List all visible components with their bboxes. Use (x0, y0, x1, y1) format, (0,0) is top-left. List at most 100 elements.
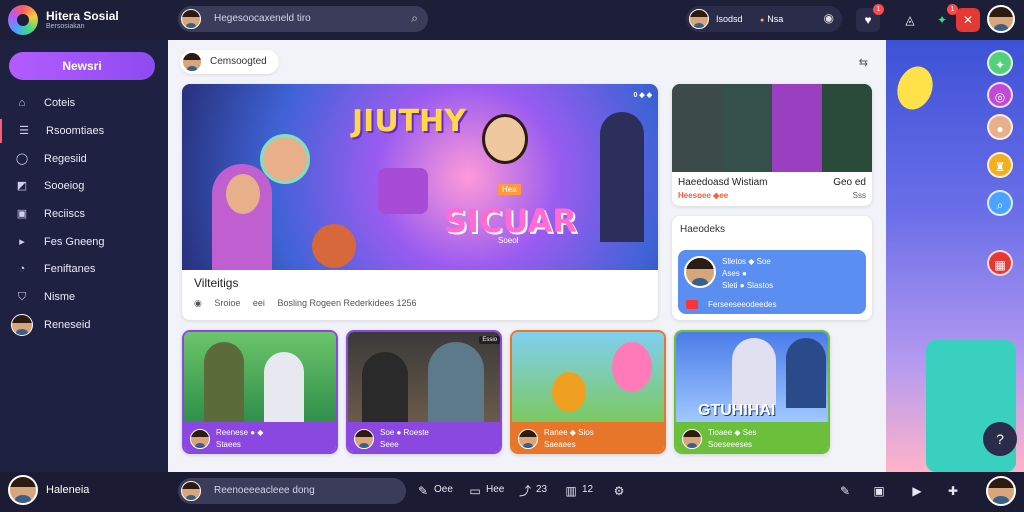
hero-caption: Soeol (498, 236, 519, 245)
sidebar-item-home[interactable]: ⌂ Coteis (0, 91, 168, 115)
post-card[interactable]: Essio Soe ● Roeste Seee (346, 330, 502, 454)
video-icon (686, 300, 698, 309)
camera-icon[interactable]: ◎ (987, 82, 1013, 108)
post-card-bar: Reenese ● ◆ Staees (184, 422, 336, 452)
post-card-tag: Essio (479, 336, 500, 344)
post-card-line: Soe ● Roeste (380, 428, 429, 437)
side-highlights-card[interactable]: Haeodeks Slletos ◆ Soe Ases ● Sleti ● Sl… (672, 216, 872, 320)
bottom-item[interactable]: Oee (434, 484, 453, 495)
notification-badge: 1 (873, 4, 884, 15)
post-card[interactable]: GTUHIHAI Tioaee ◆ Ses Soeseeeses (674, 330, 830, 454)
post-card-line: Tioaee ◆ Ses (708, 428, 757, 437)
post-card-heading: GTUHIHAI (698, 402, 776, 419)
apps-icon[interactable]: ✦ 1 (930, 4, 958, 32)
search-bar[interactable]: Hegesoocaxeneld tiro ⌕ (178, 6, 428, 32)
sidebar: Newsri ⌂ Coteis ☰ Rsoomtiaes ◯ Regesiid … (0, 40, 168, 472)
new-post-button[interactable]: Newsri (9, 52, 155, 80)
gift-icon[interactable]: ✚ (944, 482, 962, 500)
sidebar-item-messages[interactable]: ◯ Regesiid (0, 147, 168, 171)
sidebar-item-reactions[interactable]: ▣ Reciiscs (0, 202, 168, 226)
bottom-item[interactable]: 12 (582, 484, 593, 495)
sidebar-item-saved[interactable]: ⛉ Nisme (0, 285, 168, 309)
bottom-bar: Haleneia Reenoeeeacleee dong ✎ Oee ▭ Hee… (0, 472, 1024, 512)
people-icon: ☰ (19, 125, 29, 137)
sparkle-icon[interactable]: ✦ (987, 50, 1013, 76)
post-card-person (362, 352, 408, 422)
search-icon[interactable]: ⌕ (411, 11, 418, 26)
search-icon[interactable]: ⌕ (987, 190, 1013, 216)
sidebar-item-label: Regesiid (44, 153, 87, 165)
bottom-item[interactable]: 23 (536, 484, 547, 495)
hero-side-person (600, 112, 644, 242)
side-post-person (822, 84, 872, 172)
grid-icon: ▣ (16, 208, 28, 220)
compose-avatar (181, 481, 201, 501)
hero-cartoon-girl (482, 114, 528, 164)
sidebar-item-label: Rsoomtiaes (46, 125, 105, 137)
video-icon[interactable]: ▶ (908, 482, 926, 500)
user-avatar[interactable] (987, 5, 1015, 33)
help-button[interactable]: ? (983, 422, 1017, 456)
sidebar-item-gaming[interactable]: ▸ Fes Gneeng (0, 230, 168, 254)
clock-icon: ◔ (18, 263, 26, 275)
decor-banana-icon (891, 61, 939, 115)
sidebar-item-label: Feniftanes (44, 263, 96, 275)
hero-meta-item[interactable]: Bosling Rogeen Rederkidees 1256 (277, 298, 416, 308)
bottom-user-name: Haleneia (46, 484, 90, 496)
flag-icon: ◩ (16, 180, 28, 192)
sidebar-item-favorites[interactable]: ◔ Feniftanes (0, 257, 168, 281)
bottom-profile-avatar[interactable] (986, 476, 1016, 506)
profile-avatar (689, 9, 709, 29)
comment-icon[interactable]: ▭ (466, 482, 484, 500)
post-card[interactable]: Ranee ◆ Sios Saeaees (510, 330, 666, 454)
notifications-icon[interactable]: ♥ 1 (856, 4, 884, 32)
sidebar-item-label: Fes Gneeng (44, 236, 105, 248)
share-icon[interactable]: ⤴ (516, 482, 534, 500)
sidebar-item-social[interactable]: ◩ Sooeiog (0, 174, 168, 198)
hero-label: Hea (498, 184, 521, 195)
top-bar: Hitera Sosial Bersosiakan Hegesoocaxenel… (0, 0, 1024, 40)
profile-name: Isodsd (716, 14, 743, 24)
profile-status: Nsa (760, 14, 783, 24)
post-card-line: Ranee ◆ Sios (544, 428, 594, 437)
app-title: Hitera Sosial (46, 9, 119, 23)
stats-icon[interactable]: ▥ (562, 482, 580, 500)
post-card[interactable]: Reenese ● ◆ Staees (182, 330, 338, 454)
highlights-box[interactable]: Slletos ◆ Soe Ases ● Sleti ● Slastos Fer… (678, 250, 866, 314)
profile-pill[interactable]: Isodsd Nsa ◉ (686, 6, 842, 32)
close-icon[interactable]: ✕ (956, 8, 980, 32)
pen-icon[interactable]: ✎ (414, 482, 432, 500)
side-post-card[interactable]: Haeedoasd Wistiam Geo ed Heesoee ◆ee Sss (672, 84, 872, 206)
highlights-line: Ases ● (722, 269, 747, 278)
share-icon[interactable]: ⇆ (859, 56, 868, 69)
sidebar-item-label: Coteis (44, 97, 76, 109)
sidebar-item-label: Sooeiog (44, 180, 85, 192)
activity-icon[interactable]: ◬ (898, 8, 922, 32)
trophy-icon[interactable]: ♜ (987, 152, 1013, 178)
app-logo-icon[interactable] (8, 5, 38, 35)
hero-image: 0 ◆ ◆ JIUTHY Hea SICUAR Soeol (182, 84, 658, 270)
video-icon: ▸ (19, 236, 25, 248)
compose-placeholder: Reenoeeeacleee dong (214, 485, 315, 496)
edit-icon[interactable]: ✎ (836, 482, 854, 500)
image-icon[interactable]: ▣ (870, 482, 888, 500)
side-post-meta-right: Sss (852, 191, 866, 200)
feed-chip[interactable]: Cemsoogted (180, 50, 279, 74)
settings-icon[interactable]: ⚙ (610, 482, 628, 500)
bookmark-icon: ⛉ (17, 291, 27, 303)
compose-input[interactable]: Reenoeeeacleee dong (178, 478, 406, 504)
sidebar-item-profile[interactable]: Reneseid (0, 313, 168, 337)
search-input[interactable]: Hegesoocaxeneld tiro (214, 13, 311, 24)
post-card-person (264, 352, 304, 422)
sidebar-item-communities[interactable]: ☰ Rsoomtiaes (0, 119, 168, 143)
post-card-bar: Tioaee ◆ Ses Soeseeeses (676, 422, 828, 452)
bottom-item[interactable]: Hee (486, 484, 504, 495)
post-card-person (428, 342, 484, 422)
status-icon[interactable]: ◉ (824, 11, 834, 25)
hero-post[interactable]: 0 ◆ ◆ JIUTHY Hea SICUAR Soeol Vilteitigs… (182, 84, 658, 320)
grid-icon[interactable]: ▦ (987, 250, 1013, 276)
post-card-cartoon (612, 342, 652, 392)
post-card-avatar (354, 429, 374, 449)
contact-avatar-icon[interactable]: ● (987, 114, 1013, 140)
hero-tag: 0 ◆ ◆ (633, 92, 652, 99)
